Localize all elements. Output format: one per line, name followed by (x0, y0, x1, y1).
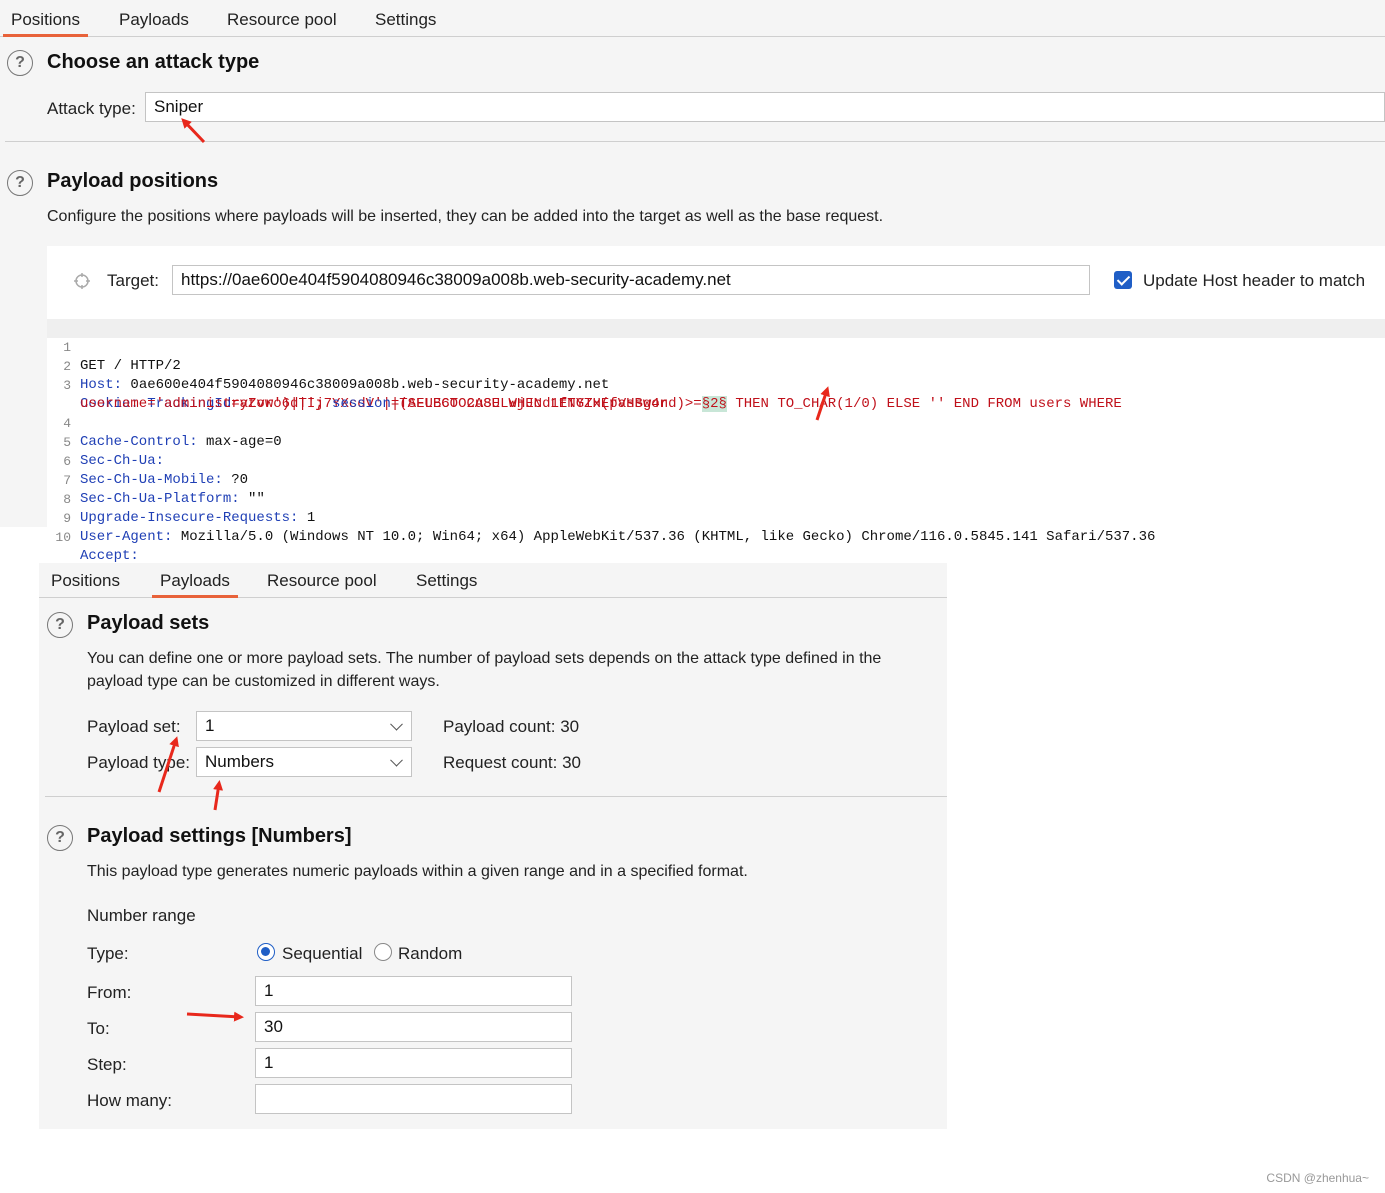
target-label: Target: (107, 271, 159, 290)
user-agent-header: User-Agent: Mozilla/5.0 (Windows NT 10.0… (80, 528, 1155, 547)
number-range-heading: Number range (87, 906, 196, 925)
help-icon[interactable]: ? (7, 50, 33, 76)
target-value: https://0ae600e404f5904080946c38009a008b… (181, 270, 731, 289)
payload-count: Payload count: 30 (443, 717, 580, 736)
code-line: 7 Sec-Ch-Ua-Platform: "" (47, 452, 1385, 507)
chevron-down-icon (390, 753, 403, 767)
payload-positions-title: Payload positions (47, 170, 219, 192)
help-icon[interactable]: ? (47, 612, 73, 638)
how-many-label: How many: (87, 1091, 173, 1110)
sequential-radio[interactable] (257, 943, 275, 961)
bottom-tab-bar: Positions Payloads Resource pool Setting… (39, 563, 947, 598)
tab-positions[interactable]: Positions (51, 563, 120, 597)
step-input[interactable]: 1 (255, 1048, 572, 1078)
divider (45, 796, 947, 797)
sequential-label[interactable]: Sequential (282, 944, 362, 964)
code-line: 3 Cookie: TrackingId=yZvwo6dTIj7YXcdV'||… (47, 357, 1385, 412)
crosshair-icon (74, 273, 90, 289)
payload-sets-description-2: payload type can be customized in differ… (87, 673, 440, 690)
payload-type-label: Payload type: (87, 753, 191, 772)
code-line: 1 GET / HTTP/2 (47, 319, 1385, 374)
code-line: 10 Accept: (47, 509, 1385, 564)
payload-set-label: Payload set: (87, 717, 181, 736)
intruder-positions-panel: Positions Payloads Resource pool Setting… (0, 0, 1385, 564)
payload-sets-description: You can define one or more payload sets.… (87, 650, 882, 667)
watermark: CSDN @zhenhua~ (1266, 1171, 1369, 1185)
range-type-label: Type: (87, 944, 129, 963)
payload-type-value: Numbers (205, 752, 274, 771)
tab-payloads[interactable]: Payloads (152, 563, 238, 598)
how-many-input[interactable] (255, 1084, 572, 1114)
header-key: Accept: (80, 548, 139, 564)
from-input[interactable]: 1 (255, 976, 572, 1006)
top-tab-bar: Positions Payloads Resource pool Setting… (0, 2, 1385, 37)
attack-type-select[interactable]: Sniper (145, 92, 1385, 122)
to-input[interactable]: 30 (255, 1012, 572, 1042)
step-value: 1 (264, 1053, 274, 1072)
code-line: 6 Sec-Ch-Ua-Mobile: ?0 (47, 433, 1385, 488)
tab-resource-pool[interactable]: Resource pool (267, 563, 377, 597)
code-line: 9 User-Agent: Mozilla/5.0 (Windows NT 10… (47, 490, 1385, 545)
payload-set-select[interactable]: 1 (196, 711, 412, 741)
request-count: Request count: 30 (443, 753, 581, 772)
line-number: 10 (55, 530, 71, 545)
tab-settings[interactable]: Settings (416, 563, 477, 597)
intruder-payloads-panel: Positions Payloads Resource pool Setting… (39, 563, 947, 1129)
tab-positions[interactable]: Positions (3, 2, 88, 37)
help-icon[interactable]: ? (7, 170, 33, 196)
payload-type-select[interactable]: Numbers (196, 747, 412, 777)
update-host-label: Update Host header to match (1143, 271, 1366, 290)
payload-set-value: 1 (205, 716, 215, 735)
target-input[interactable]: https://0ae600e404f5904080946c38009a008b… (172, 265, 1090, 295)
header-value: Mozilla/5.0 (Windows NT 10.0; Win64; x64… (172, 529, 1156, 545)
tab-settings[interactable]: Settings (375, 2, 436, 36)
random-label[interactable]: Random (398, 944, 462, 964)
divider (5, 141, 1385, 142)
code-line: username='administrator')||'; session=TA… (47, 376, 1385, 412)
chevron-down-icon (390, 717, 403, 731)
tab-resource-pool[interactable]: Resource pool (227, 2, 337, 36)
update-host-checkbox[interactable] (1114, 271, 1132, 289)
to-value: 30 (264, 1017, 283, 1036)
to-label: To: (87, 1019, 110, 1038)
code-line: 4 Cache-Control: max-age=0 (47, 395, 1385, 450)
request-editor[interactable]: 1 GET / HTTP/2 2 Host: 0ae600e404f590408… (47, 318, 1385, 564)
tab-payloads[interactable]: Payloads (119, 2, 189, 36)
payload-settings-title: Payload settings [Numbers] (87, 825, 352, 847)
attack-type-value: Sniper (154, 97, 204, 116)
attack-type-title: Choose an attack type (47, 51, 260, 73)
attack-type-label: Attack type: (47, 99, 136, 118)
step-label: Step: (87, 1055, 127, 1074)
code-line: 2 Host: 0ae600e404f5904080946c38009a008b… (47, 338, 1385, 393)
from-value: 1 (264, 981, 274, 1000)
payload-settings-description: This payload type generates numeric payl… (87, 863, 748, 880)
payload-sets-title: Payload sets (87, 612, 210, 634)
target-bar: Target: https://0ae600e404f5904080946c38… (47, 246, 1385, 318)
from-label: From: (87, 983, 132, 1002)
help-icon[interactable]: ? (47, 825, 73, 851)
random-radio[interactable] (374, 943, 392, 961)
payload-positions-description: Configure the positions where payloads w… (47, 208, 884, 225)
code-line: 8 Upgrade-Insecure-Requests: 1 (47, 471, 1385, 526)
code-line: 5 Sec-Ch-Ua: (47, 414, 1385, 469)
